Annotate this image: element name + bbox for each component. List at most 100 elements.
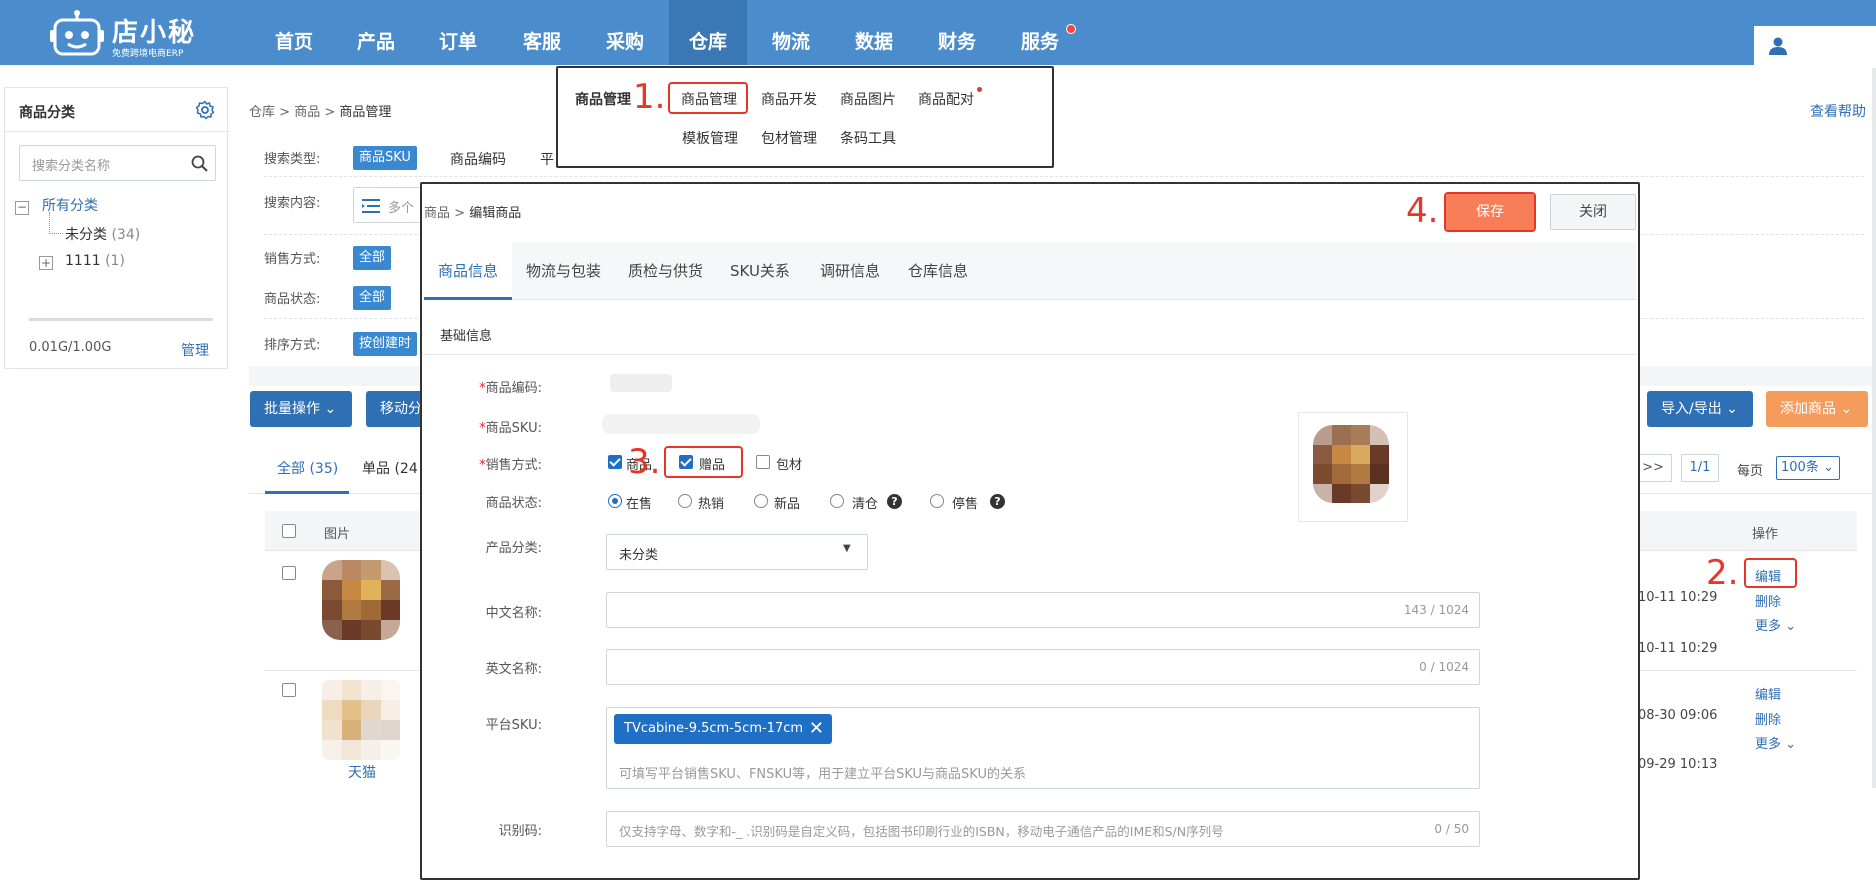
search-type-label: 搜索类型: (264, 152, 321, 167)
tab-all[interactable]: 全部 (35) (277, 458, 338, 478)
menu-item-product-pairing[interactable]: 商品配对 (918, 89, 974, 109)
tab-quality-supply[interactable]: 质检与供货 (628, 242, 703, 300)
label-product-sku: *商品SKU: (479, 421, 542, 436)
label-product-status: 商品状态: (485, 496, 542, 511)
nav-orders[interactable]: 订单 (426, 0, 490, 65)
platform-sku-chip[interactable]: TVcabine-9.5cm-5cm-17cm ✕ (614, 714, 832, 744)
collapse-icon[interactable]: − (15, 201, 29, 215)
sort-label: 排序方式: (264, 338, 321, 353)
row2-more-link[interactable]: 更多 ⌄ (1755, 733, 1796, 752)
batch-operations-button[interactable]: 批量操作 ⌄ (250, 391, 352, 427)
row1-updated-time: 10-11 10:29 (1638, 641, 1718, 656)
nav-customer-service[interactable]: 客服 (510, 0, 574, 65)
menu-item-product-development[interactable]: 商品开发 (761, 89, 817, 109)
chinese-name-input[interactable]: 143 / 1024 (606, 592, 1480, 628)
row2-edit-link[interactable]: 编辑 (1755, 684, 1781, 703)
row2-shop-label[interactable]: 天猫 (348, 762, 376, 782)
chinese-name-count: 143 / 1024 (1403, 603, 1469, 617)
search-icon[interactable] (191, 155, 208, 172)
product-image-box[interactable] (1298, 412, 1408, 522)
tab-research-info[interactable]: 调研信息 (820, 242, 880, 300)
identification-code-count: 0 / 50 (1434, 822, 1469, 836)
annotation-box-edit (1744, 558, 1797, 588)
status-new-radio[interactable] (754, 494, 768, 508)
menu-item-template-management[interactable]: 模板管理 (682, 128, 738, 148)
import-export-button[interactable]: 导入/导出 ⌄ (1647, 391, 1753, 427)
product-status-all[interactable]: 全部 (353, 286, 392, 310)
product-thumbnail[interactable] (322, 560, 400, 640)
search-type-code[interactable]: 商品编码 (450, 149, 506, 169)
user-menu[interactable] (1754, 26, 1876, 65)
nav-home[interactable]: 首页 (262, 0, 326, 65)
breadcrumb: 仓库 > 商品 > 商品管理 (249, 105, 392, 120)
sales-method-all[interactable]: 全部 (353, 246, 392, 270)
category-select[interactable]: 未分类 ▼ (606, 534, 868, 570)
nav-services[interactable]: 服务 (1008, 0, 1072, 65)
menu-item-product-management[interactable]: 商品管理 (681, 89, 737, 109)
col-operations: 操作 (1752, 527, 1779, 542)
tree-item-1111[interactable]: 1111 (1) (65, 253, 125, 269)
move-category-button[interactable]: 移动分 (366, 391, 426, 427)
row2-updated-time: 09-29 10:13 (1638, 757, 1718, 772)
category-search-input[interactable]: 搜索分类名称 (19, 145, 216, 181)
english-name-input[interactable]: 0 / 1024 (606, 649, 1480, 685)
save-button[interactable]: 保存 (1446, 194, 1534, 230)
nav-data[interactable]: 数据 (842, 0, 906, 65)
help-icon[interactable]: ? (990, 494, 1005, 509)
row-checkbox[interactable] (282, 566, 296, 580)
row1-delete-link[interactable]: 删除 (1755, 591, 1781, 610)
tree-uncategorized[interactable]: 未分类 (34) (65, 224, 140, 244)
search-type-platform[interactable]: 平 (540, 149, 554, 169)
tab-single[interactable]: 单品 (24 (362, 458, 418, 478)
select-all-checkbox[interactable] (282, 524, 296, 538)
sort-by-created[interactable]: 按创建时 (353, 332, 418, 356)
tab-warehouse-info[interactable]: 仓库信息 (908, 242, 968, 300)
chevron-down-icon: ⌄ (1840, 401, 1853, 417)
chevron-down-icon: ⌄ (1785, 737, 1797, 752)
sales-method-packaging-checkbox[interactable] (756, 455, 770, 469)
menu-item-barcode-tool[interactable]: 条码工具 (840, 128, 896, 148)
status-clearance-radio[interactable] (830, 494, 844, 508)
add-product-button[interactable]: 添加商品 ⌄ (1766, 391, 1868, 427)
nav-finance[interactable]: 财务 (925, 0, 989, 65)
help-link[interactable]: 查看帮助 (1810, 101, 1866, 121)
tab-logistics-packaging[interactable]: 物流与包装 (526, 242, 601, 300)
row2-delete-link[interactable]: 删除 (1755, 709, 1781, 728)
status-on-sale-radio[interactable] (608, 494, 622, 508)
nav-logistics[interactable]: 物流 (759, 0, 823, 65)
status-discontinued-radio[interactable] (930, 494, 944, 508)
status-discontinued-label: 停售 (952, 497, 979, 512)
search-type-sku[interactable]: 商品SKU (353, 146, 417, 170)
sales-method-product-checkbox[interactable] (608, 455, 622, 469)
nav-purchasing[interactable]: 采购 (593, 0, 657, 65)
status-hot-radio[interactable] (678, 494, 692, 508)
warehouse-dropdown-menu: 商品管理 1. 商品管理 商品开发 商品图片 商品配对 模板管理 包材管理 条码… (556, 66, 1054, 168)
per-page-select[interactable]: 100条 ⌄ (1776, 456, 1840, 480)
breadcrumb-products[interactable]: 商品 (294, 105, 320, 120)
user-icon (1769, 37, 1787, 55)
close-button[interactable]: 关闭 (1550, 194, 1636, 230)
nav-warehouse[interactable]: 仓库 (669, 0, 747, 65)
tab-sku-relation[interactable]: SKU关系 (730, 242, 790, 300)
edit-product-modal: 商品 > 编辑商品 4. 保存 关闭 商品信息 物流与包装 质检与供货 SKU关… (420, 182, 1640, 880)
menu-item-packaging-management[interactable]: 包材管理 (761, 128, 817, 148)
expand-icon[interactable]: + (39, 256, 53, 270)
row-checkbox[interactable] (282, 683, 296, 697)
label-category: 产品分类: (485, 541, 542, 556)
row1-more-link[interactable]: 更多 ⌄ (1755, 615, 1796, 634)
sidebar-title: 商品分类 (19, 105, 75, 121)
help-icon[interactable]: ? (887, 494, 902, 509)
page-scrollbar[interactable] (1872, 68, 1876, 788)
identification-code-input[interactable]: 仅支持字母、数字和-_ .识别码是自定义码，包括图书印刷行业的ISBN，移动电子… (606, 811, 1480, 847)
menu-item-product-images[interactable]: 商品图片 (840, 89, 896, 109)
tab-product-info[interactable]: 商品信息 (424, 242, 513, 300)
nav-products[interactable]: 产品 (344, 0, 408, 65)
tree-all-categories[interactable]: 所有分类 (42, 195, 98, 215)
storage-manage-link[interactable]: 管理 (181, 340, 209, 360)
breadcrumb-warehouse[interactable]: 仓库 (249, 105, 275, 120)
product-thumbnail[interactable] (322, 680, 400, 760)
close-icon[interactable]: ✕ (809, 714, 824, 744)
gear-icon[interactable] (195, 100, 215, 120)
logo[interactable]: 店小秘 免费跨境电商ERP (50, 8, 200, 59)
sales-method-gift-checkbox[interactable] (679, 455, 693, 469)
